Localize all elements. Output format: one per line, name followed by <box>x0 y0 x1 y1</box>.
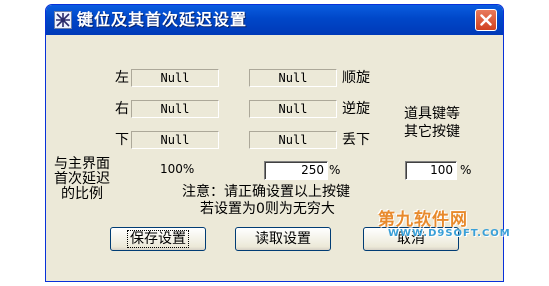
main-ratio-value: 100% <box>160 162 195 176</box>
watermark-url: WWW.D9SOFT.COM <box>388 228 511 239</box>
right-key-label: 右 <box>115 101 129 117</box>
left-key-field[interactable]: Null <box>131 69 219 87</box>
notice-line: 若设置为0则为无穷大 <box>200 201 335 217</box>
ratio-label-line: 与主界面 <box>54 156 110 172</box>
title-bar[interactable]: 键位及其首次延迟设置 <box>46 5 503 35</box>
right-key-field[interactable]: Null <box>131 100 219 118</box>
save-settings-button[interactable]: 保存设置 <box>110 227 206 251</box>
drop-key-field[interactable]: Null <box>249 131 337 149</box>
close-button[interactable] <box>475 9 497 31</box>
left-key-label: 左 <box>115 70 129 86</box>
item-keys-label-line: 道具键等 <box>404 106 460 122</box>
load-settings-button[interactable]: 读取设置 <box>235 227 331 251</box>
rotate-ccw-key-field[interactable]: Null <box>249 100 337 118</box>
item-keys-label: 道具键等 其它按键 <box>404 105 460 141</box>
watermark-logo-text: 第九软件网 <box>378 210 468 230</box>
site-watermark: 第九软件网 WWW.D9SOFT.COM <box>378 205 514 250</box>
app-icon <box>54 11 72 29</box>
close-icon <box>480 14 492 26</box>
down-key-field[interactable]: Null <box>131 131 219 149</box>
rotate-ccw-label: 逆旋 <box>342 101 370 117</box>
window-title: 键位及其首次延迟设置 <box>77 10 248 29</box>
ratio-label: 与主界面 首次延迟 的比例 <box>54 157 110 202</box>
notice-line: 注意：请正确设置以上按键 <box>182 184 350 200</box>
item-delay-unit: % <box>460 163 472 177</box>
ratio-label-line: 的比例 <box>61 186 103 202</box>
first-delay-unit: % <box>329 163 341 177</box>
save-settings-button-label: 保存设置 <box>127 230 189 248</box>
drop-label: 丢下 <box>342 132 370 148</box>
item-delay-input[interactable]: 100 <box>405 161 457 180</box>
rotate-cw-key-field[interactable]: Null <box>249 69 337 87</box>
item-keys-label-line: 其它按键 <box>404 124 460 140</box>
load-settings-button-label: 读取设置 <box>255 231 311 247</box>
rotate-cw-label: 顺旋 <box>342 70 370 86</box>
notice-text: 注意：请正确设置以上按键 若设置为0则为无穷大 <box>182 184 350 218</box>
first-delay-input[interactable]: 250 <box>264 161 328 180</box>
ratio-label-line: 首次延迟 <box>54 171 110 187</box>
down-key-label: 下 <box>115 132 129 148</box>
